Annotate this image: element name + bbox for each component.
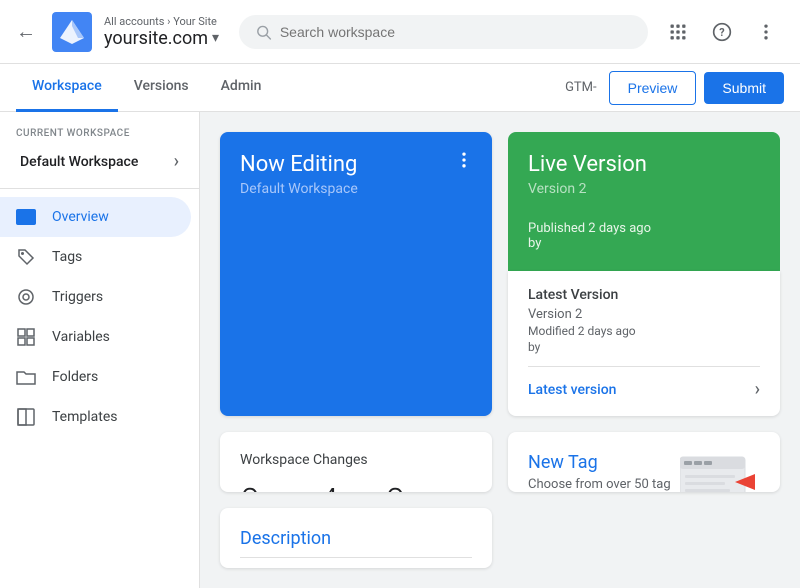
stat-modified: 0 Modified (240, 484, 287, 492)
workspace-changes-stats: 0 Modified 4 Added 0 Deleted (240, 484, 472, 492)
workspace-name: Default Workspace (20, 154, 138, 170)
sidebar-item-triggers[interactable]: Triggers (0, 277, 191, 317)
workspace-selector[interactable]: Default Workspace › (8, 143, 191, 180)
help-icon: ? (712, 22, 732, 42)
sidebar-label-folders: Folders (52, 369, 98, 385)
latest-version-title: Latest Version (528, 287, 760, 303)
stat-added-number: 4 (319, 484, 354, 492)
sidebar-item-overview[interactable]: Overview (0, 197, 191, 237)
sidebar: CURRENT WORKSPACE Default Workspace › Ov… (0, 112, 200, 588)
preview-button[interactable]: Preview (609, 71, 697, 105)
latest-version-chevron-icon: › (755, 379, 760, 400)
stat-deleted: 0 Deleted (385, 484, 426, 492)
gtm-label: GTM- (565, 80, 597, 95)
card-description: Description Edit description › (220, 508, 492, 568)
now-editing-more-button[interactable] (448, 144, 480, 176)
tags-icon (16, 247, 36, 267)
content-area: Now Editing Default Workspace Live Versi… (200, 112, 800, 588)
tab-workspace[interactable]: Workspace (16, 64, 118, 112)
latest-version-modified: Modified 2 days ago (528, 324, 760, 338)
tab-admin[interactable]: Admin (205, 64, 278, 112)
new-tag-icon (680, 452, 760, 492)
card-now-editing: Now Editing Default Workspace (220, 132, 492, 416)
header-actions: ? (660, 14, 784, 50)
search-icon (255, 23, 272, 41)
new-tag-header: New Tag Choose from over 50 tag types (528, 452, 760, 492)
more-icon (756, 22, 776, 42)
card-new-tag: New Tag Choose from over 50 tag types (508, 432, 780, 492)
current-workspace-label: CURRENT WORKSPACE (0, 120, 199, 143)
live-version-published: Published 2 days ago by (528, 221, 760, 251)
card-latest-version: Latest Version Version 2 Modified 2 days… (508, 271, 780, 416)
live-version-title: Live Version (528, 152, 760, 177)
now-editing-title: Now Editing (240, 152, 472, 177)
site-info: All accounts › Your Site yoursite.com ▾ (104, 15, 219, 49)
workspace-chevron-icon: › (174, 151, 179, 172)
site-chevron-icon: ▾ (212, 30, 219, 46)
grid-icon-button[interactable] (660, 14, 696, 50)
sidebar-item-variables[interactable]: Variables (0, 317, 191, 357)
stat-added: 4 Added (319, 484, 354, 492)
site-name[interactable]: yoursite.com ▾ (104, 28, 219, 49)
sidebar-label-tags: Tags (52, 249, 82, 265)
latest-version-num: Version 2 (528, 307, 760, 322)
latest-version-link[interactable]: Latest version › (528, 366, 760, 400)
new-tag-desc: Choose from over 50 tag types (528, 477, 680, 492)
search-bar[interactable] (239, 15, 648, 49)
stat-modified-number: 0 (240, 484, 287, 492)
breadcrumb: All accounts › Your Site (104, 15, 219, 28)
sidebar-label-templates: Templates (52, 409, 118, 425)
card-workspace-changes: Workspace Changes 0 Modified 4 Added 0 D… (220, 432, 492, 492)
folders-icon (16, 367, 36, 387)
svg-text:?: ? (719, 26, 724, 39)
sidebar-item-folders[interactable]: Folders (0, 357, 191, 397)
card-live-version: Live Version Version 2 Published 2 days … (508, 132, 780, 271)
new-tag-text: New Tag Choose from over 50 tag types (528, 452, 680, 492)
tab-versions[interactable]: Versions (118, 64, 205, 112)
description-title: Description (240, 528, 472, 549)
stat-deleted-number: 0 (385, 484, 426, 492)
templates-icon (16, 407, 36, 427)
sidebar-item-templates[interactable]: Templates (0, 397, 191, 437)
gtm-logo (52, 12, 92, 52)
live-version-subtitle: Version 2 (528, 181, 760, 197)
search-input[interactable] (280, 24, 632, 40)
sidebar-item-tags[interactable]: Tags (0, 237, 191, 277)
nav-tabs: Workspace Versions Admin GTM- Preview Su… (0, 64, 800, 112)
workspace-changes-title: Workspace Changes (240, 452, 472, 468)
right-column-top: Live Version Version 2 Published 2 days … (508, 132, 780, 416)
latest-version-by: by (528, 340, 760, 354)
header: ← All accounts › Your Site yoursite.com … (0, 0, 800, 64)
sidebar-divider (0, 188, 199, 189)
edit-description-link[interactable]: Edit description › (240, 557, 472, 568)
now-editing-subtitle: Default Workspace (240, 181, 472, 197)
grid-icon (668, 22, 688, 42)
triggers-icon (16, 287, 36, 307)
more-options-button[interactable] (748, 14, 784, 50)
new-tag-title: New Tag (528, 452, 680, 473)
submit-button[interactable]: Submit (704, 72, 784, 104)
variables-icon (16, 327, 36, 347)
sidebar-label-triggers: Triggers (52, 289, 103, 305)
back-button[interactable]: ← (16, 19, 36, 44)
help-button[interactable]: ? (704, 14, 740, 50)
overview-icon (16, 207, 36, 227)
main-container: CURRENT WORKSPACE Default Workspace › Ov… (0, 112, 800, 588)
sidebar-label-overview: Overview (52, 209, 109, 225)
sidebar-label-variables: Variables (52, 329, 110, 345)
